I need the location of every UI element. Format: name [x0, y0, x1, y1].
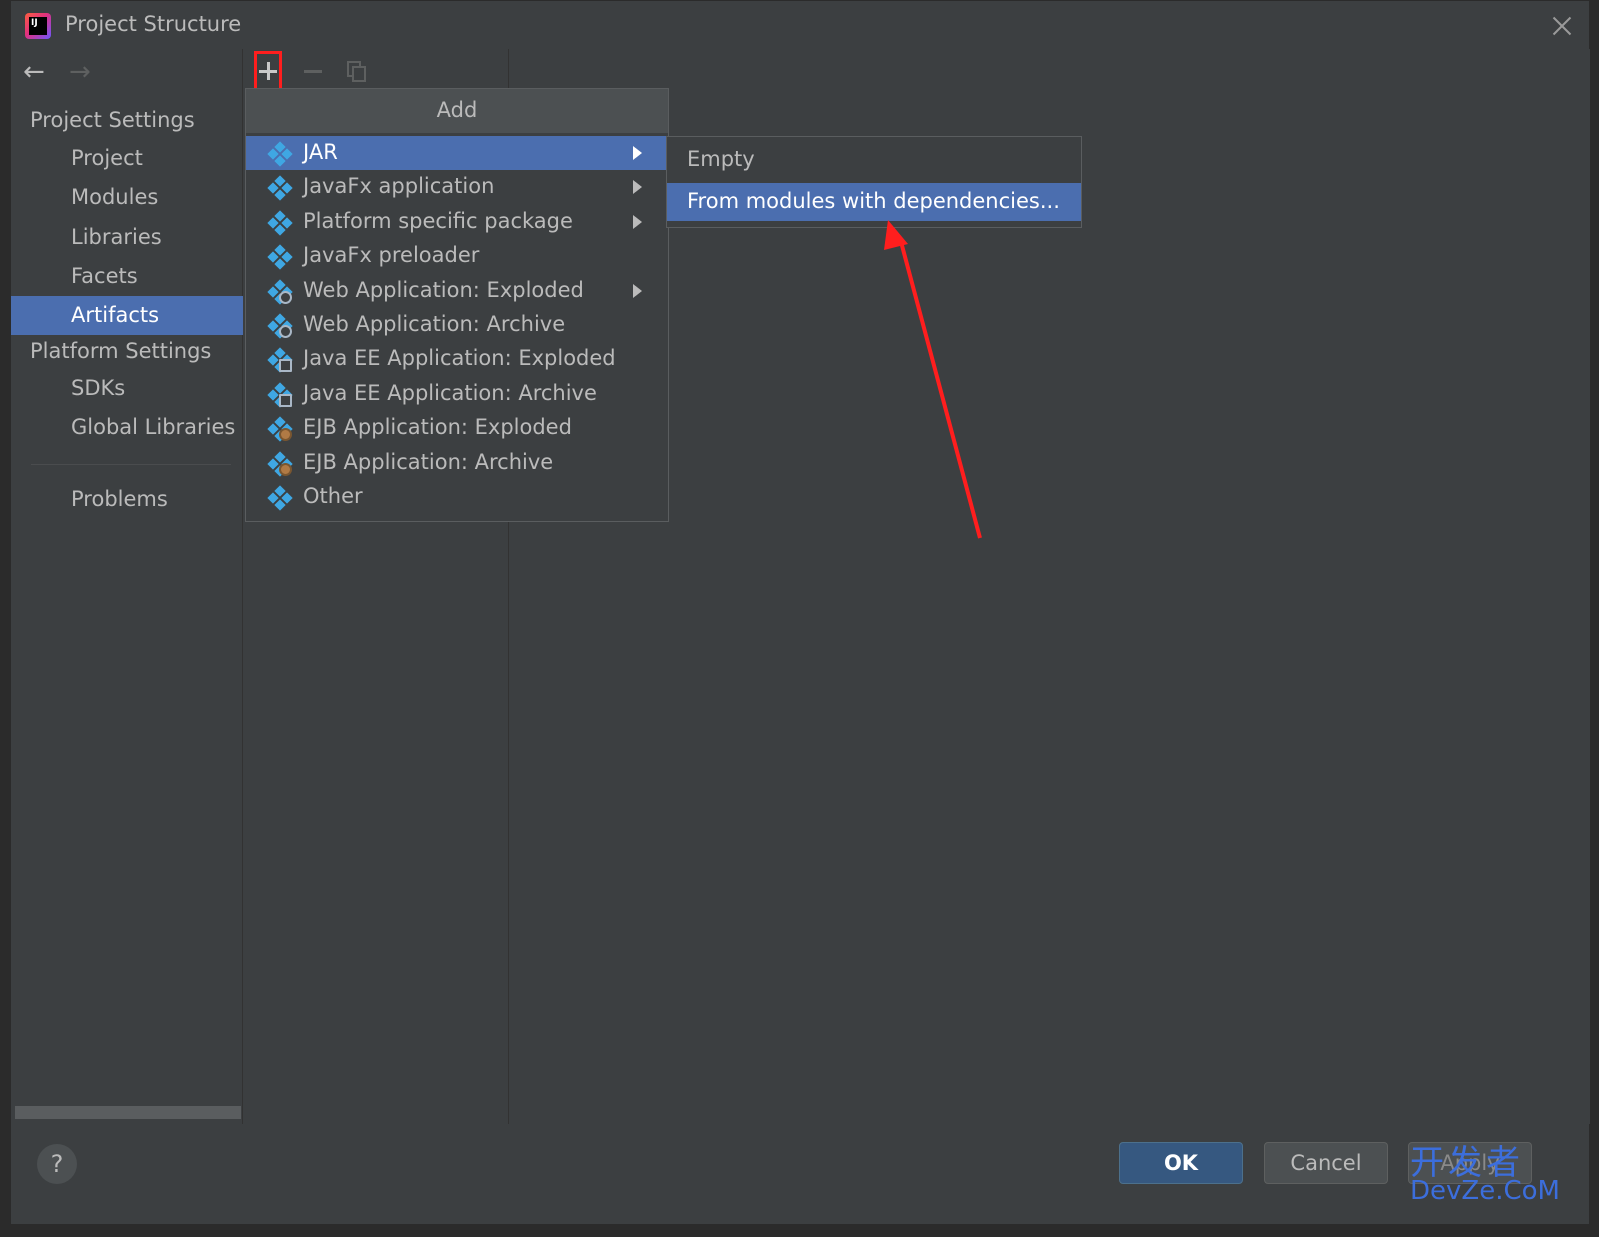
ok-button[interactable]: OK: [1119, 1142, 1243, 1184]
watermark-line-1: 开发者: [1410, 1143, 1524, 1183]
title-bar: IJ Project Structure: [11, 1, 1589, 49]
menu-item-label: JavaFx preloader: [303, 243, 480, 267]
watermark-line-2: DevZe.CoM: [1410, 1176, 1560, 1206]
submenu-arrow-icon: [633, 284, 642, 298]
menu-item[interactable]: Java EE Application: Exploded: [246, 342, 668, 376]
popup-header: Add: [246, 89, 668, 133]
menu-item-label: Other: [303, 484, 363, 508]
menu-item[interactable]: Web Application: Archive: [246, 308, 668, 342]
watermark-logo: 开发者 DevZe.CoM: [1410, 1146, 1560, 1204]
menu-item[interactable]: JavaFx application: [246, 170, 668, 204]
javaee-artifact-icon: [267, 347, 293, 373]
artifact-diamond-icon: [267, 175, 293, 201]
menu-item[interactable]: Other: [246, 480, 668, 514]
menu-item-label: EJB Application: Exploded: [303, 415, 572, 439]
sidebar-item-modules[interactable]: Modules: [11, 178, 243, 217]
copy-artifact-button[interactable]: [343, 51, 371, 91]
web-artifact-icon: [267, 279, 293, 305]
submenu-item-from-modules[interactable]: From modules with dependencies...: [667, 183, 1081, 221]
submenu-arrow-icon: [633, 180, 642, 194]
menu-item-label: Java EE Application: Exploded: [303, 346, 616, 370]
submenu-item-empty[interactable]: Empty: [667, 141, 1081, 179]
sidebar-item-global-libraries[interactable]: Global Libraries: [11, 408, 243, 447]
remove-artifact-button[interactable]: [299, 51, 327, 91]
sidebar-item-sdks[interactable]: SDKs: [11, 369, 243, 408]
dialog-button-bar: ? OK Cancel Apply: [11, 1124, 1589, 1204]
menu-item[interactable]: JavaFx preloader: [246, 239, 668, 273]
platform-settings-header: Platform Settings: [30, 339, 212, 363]
menu-item[interactable]: EJB Application: Exploded: [246, 411, 668, 445]
artifact-diamond-icon: [267, 141, 293, 167]
help-button[interactable]: ?: [37, 1144, 77, 1184]
menu-item[interactable]: EJB Application: Archive: [246, 446, 668, 480]
intellij-logo-icon: IJ: [25, 13, 51, 39]
jar-submenu: Empty From modules with dependencies...: [666, 136, 1082, 228]
menu-item-label: Web Application: Archive: [303, 312, 566, 336]
window-title: Project Structure: [65, 12, 242, 36]
menu-item-label: JAR: [303, 140, 338, 164]
cancel-button[interactable]: Cancel: [1264, 1142, 1388, 1184]
forward-arrow-icon[interactable]: →: [69, 59, 91, 85]
minus-icon: [304, 69, 322, 73]
sidebar-item-facets[interactable]: Facets: [11, 257, 243, 296]
add-artifact-button[interactable]: [254, 51, 282, 91]
project-settings-header: Project Settings: [30, 108, 195, 132]
ejb-artifact-icon: [267, 451, 293, 477]
menu-item-label: JavaFx application: [303, 174, 495, 198]
sidebar-item-problems[interactable]: Problems: [11, 480, 243, 519]
menu-item-label: EJB Application: Archive: [303, 450, 554, 474]
sidebar-item-project[interactable]: Project: [11, 139, 243, 178]
submenu-arrow-icon: [633, 215, 642, 229]
menu-item-label: Platform specific package: [303, 209, 573, 233]
back-arrow-icon[interactable]: ←: [23, 59, 45, 85]
sidebar-item-libraries[interactable]: Libraries: [11, 218, 243, 257]
javaee-artifact-icon: [267, 382, 293, 408]
plus-icon: [259, 62, 277, 80]
ejb-artifact-icon: [267, 416, 293, 442]
add-artifact-popup: Add JAR JavaFx application Platform specif…: [245, 88, 669, 522]
sidebar-scrollbar[interactable]: [15, 1106, 241, 1119]
sidebar-divider: [31, 464, 231, 465]
settings-sidebar: ← → Project Settings Project Modules Lib…: [11, 49, 243, 1124]
menu-item-label: Web Application: Exploded: [303, 278, 584, 302]
sidebar-item-artifacts[interactable]: Artifacts: [11, 296, 243, 335]
artifact-diamond-icon: [267, 210, 293, 236]
close-icon[interactable]: [1545, 9, 1579, 43]
menu-item[interactable]: Java EE Application: Archive: [246, 377, 668, 411]
menu-item[interactable]: Web Application: Exploded: [246, 274, 668, 308]
submenu-arrow-icon: [633, 146, 642, 160]
artifact-diamond-icon: [267, 244, 293, 270]
menu-item-label: Java EE Application: Archive: [303, 381, 597, 405]
menu-item[interactable]: Platform specific package: [246, 205, 668, 239]
artifact-diamond-icon: [267, 485, 293, 511]
menu-item[interactable]: JAR: [246, 136, 668, 170]
web-artifact-icon: [267, 313, 293, 339]
